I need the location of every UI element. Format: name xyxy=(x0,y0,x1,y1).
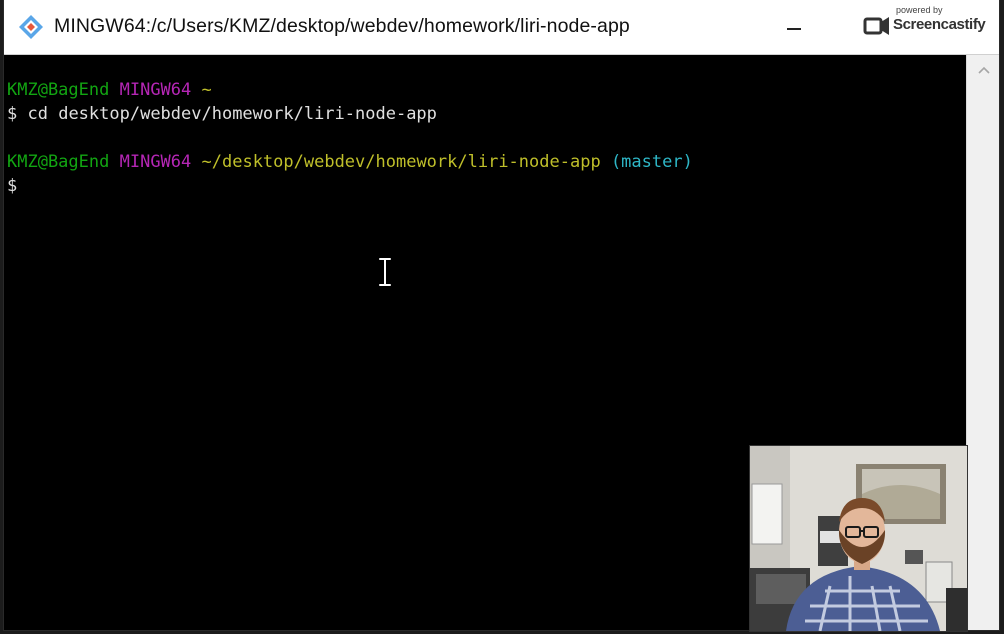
prompt-line-2: KMZ@BagEnd MINGW64 ~/desktop/webdev/home… xyxy=(7,150,693,174)
minimize-icon xyxy=(787,28,801,30)
screencastify-logo-icon xyxy=(863,17,889,35)
watermark-name: Screencastify xyxy=(893,16,986,33)
title-bar[interactable]: MINGW64:/c/Users/KMZ/desktop/webdev/home… xyxy=(4,0,999,55)
scroll-up-button[interactable] xyxy=(967,55,999,85)
prompt-symbol: $ xyxy=(7,104,18,124)
watermark-powered-by: powered by xyxy=(896,5,943,15)
vertical-scrollbar[interactable] xyxy=(966,55,999,630)
webcam-overlay xyxy=(749,445,968,632)
current-path: ~/desktop/webdev/homework/liri-node-app xyxy=(201,152,601,172)
shell-name: MINGW64 xyxy=(119,152,192,172)
command-line-1: $ cd desktop/webdev/homework/liri-node-a… xyxy=(7,102,437,126)
prompt-symbol: $ xyxy=(7,176,18,196)
command-text: cd desktop/webdev/homework/liri-node-app xyxy=(27,104,437,124)
text-cursor-icon xyxy=(377,257,393,287)
shell-name: MINGW64 xyxy=(119,80,192,100)
chevron-up-icon xyxy=(977,66,990,74)
webcam-video-image xyxy=(750,446,967,631)
screencastify-watermark: powered by Screencastify xyxy=(860,5,992,45)
user-host: KMZ@BagEnd xyxy=(7,152,110,172)
git-bash-icon xyxy=(19,15,43,39)
current-path: ~ xyxy=(201,80,212,100)
minimize-button[interactable] xyxy=(774,10,814,44)
command-line-2[interactable]: $ xyxy=(7,174,17,198)
git-branch: (master) xyxy=(610,152,693,172)
prompt-line-1: KMZ@BagEnd MINGW64 ~ xyxy=(7,78,212,102)
window-title: MINGW64:/c/Users/KMZ/desktop/webdev/home… xyxy=(54,15,630,37)
user-host: KMZ@BagEnd xyxy=(7,80,110,100)
